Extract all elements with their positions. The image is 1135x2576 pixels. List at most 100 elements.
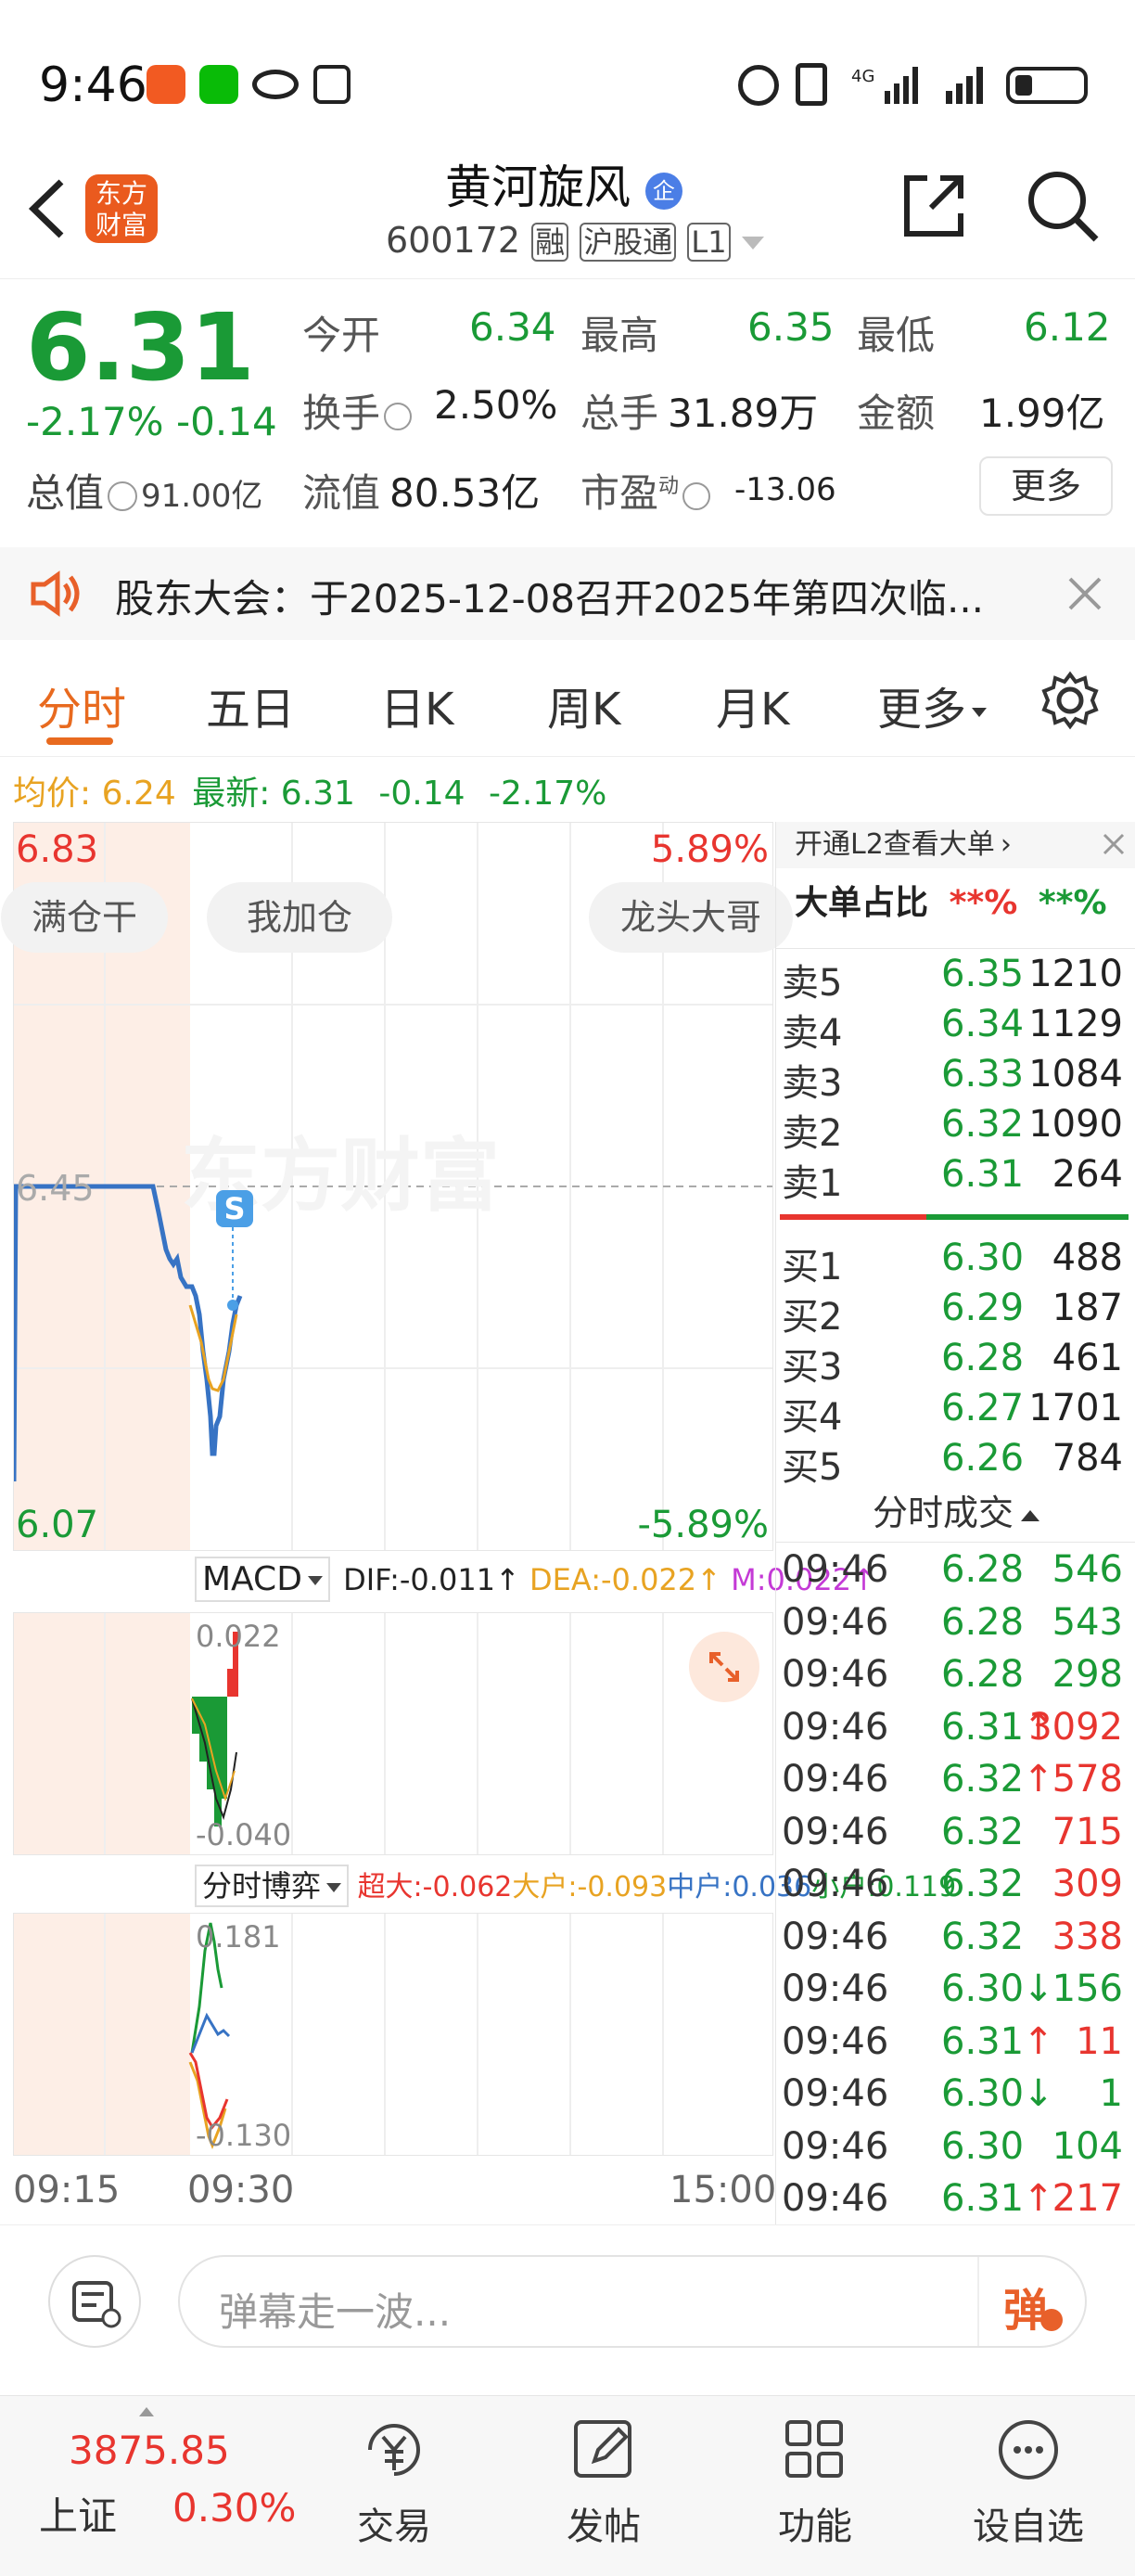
bid-label: 买1 — [782, 1246, 843, 1288]
bid-label: 买5 — [782, 1446, 843, 1489]
tick-price: 6.30 — [941, 2072, 1025, 2115]
tab-intraday[interactable]: 分时 — [37, 673, 126, 737]
comment-input[interactable]: 弹幕走一波... 弹 — [178, 2255, 1087, 2348]
arrow-up-icon: ↑ — [495, 1562, 520, 1597]
latest-pct: -2.17% — [489, 775, 607, 813]
bid-label: 买3 — [782, 1346, 843, 1389]
close-icon[interactable] — [1101, 831, 1127, 857]
ask-price: 6.34 — [941, 1003, 1025, 1045]
nav-add-watchlist[interactable]: 设自选 — [959, 2413, 1098, 2550]
tick-volume: 298 — [1052, 1653, 1123, 1696]
tick-price: 6.30 — [941, 1967, 1025, 2010]
time-axis-open: 09:30 — [187, 2169, 295, 2211]
s-marker[interactable]: S — [216, 1190, 253, 1227]
side-panel: 开通L2查看大单 › 大单占比 **% **% 卖5 6.35 1210 卖4 6.34 1… — [775, 822, 1135, 2226]
tab-weekly-k[interactable]: 周K — [547, 673, 620, 737]
ask-label: 卖5 — [782, 962, 843, 1005]
tick-price: 6.28 — [941, 1653, 1025, 1696]
danmu-bubble-3: 龙头大哥 — [589, 882, 793, 953]
tag-hgt: 沪股通 — [580, 223, 677, 262]
send-danmu-button[interactable]: 弹 — [977, 2257, 1087, 2346]
time-axis-start: 09:15 — [13, 2169, 121, 2211]
nav-functions[interactable]: 功能 — [755, 2413, 875, 2550]
share-icon[interactable] — [899, 173, 968, 241]
macd-dea: DEA:-0.022 — [529, 1562, 697, 1597]
ask-price: 6.32 — [941, 1103, 1025, 1146]
ticks-list[interactable]: 09:46 6.28 546 09:46 6.28 543 09:46 6.28 298 09:4… — [776, 1542, 1135, 2227]
tick-time: 09:46 — [782, 1810, 889, 1853]
index-widget[interactable]: 3875.85 上证 0.30% — [0, 2396, 306, 2576]
status-time: 9:46 — [39, 58, 147, 113]
tick-price: 6.32 — [941, 1863, 1025, 1905]
ask-price: 6.35 — [941, 953, 1025, 995]
expand-button[interactable] — [689, 1632, 759, 1702]
tab-more[interactable]: 更多 — [877, 673, 988, 737]
tick-volume: 3092 — [1028, 1705, 1123, 1749]
search-icon[interactable] — [1024, 167, 1102, 245]
macd-selector[interactable]: MACD — [195, 1557, 330, 1602]
ask-row[interactable]: 卖2 6.32 1090 — [776, 1103, 1129, 1155]
tab-five-day[interactable]: 五日 — [206, 673, 295, 737]
nav-post[interactable]: 发帖 — [543, 2413, 664, 2550]
expand-icon — [709, 1652, 739, 1682]
price-min-label: 6.07 — [16, 1504, 99, 1546]
pe-value: -13.06 — [734, 471, 836, 508]
nav-trade[interactable]: 交易 — [334, 2413, 454, 2550]
tick-price: 6.32 — [941, 1810, 1025, 1853]
bid-row[interactable]: 买1 6.30 488 — [776, 1237, 1129, 1288]
bid-row[interactable]: 买2 6.29 187 — [776, 1287, 1129, 1339]
game-lines — [104, 1914, 664, 2155]
close-icon[interactable] — [1066, 575, 1103, 612]
comment-menu-button[interactable] — [48, 2255, 141, 2348]
order-book: 卖5 6.35 1210 卖4 6.34 1129 卖3 6.33 1084 卖2 6.32 1090… — [776, 948, 1135, 1489]
bid-row[interactable]: 买3 6.28 461 — [776, 1337, 1129, 1389]
float-value: 80.53亿 — [389, 470, 541, 516]
tick-time: 09:46 — [782, 1600, 889, 1644]
info-icon — [682, 481, 711, 510]
tick-row: 09:46 6.30 ↓ 1 — [776, 2072, 1129, 2124]
notice-bar[interactable]: 股东大会：于2025-12-08召开2025年第四次临... — [0, 547, 1135, 640]
bid-row[interactable]: 买4 6.27 1701 — [776, 1387, 1129, 1439]
ticks-title-row[interactable]: 分时成交 — [776, 1484, 1135, 1536]
ratio-red: **% — [949, 884, 1018, 922]
ask-row[interactable]: 卖1 6.31 264 — [776, 1153, 1129, 1205]
ask-row[interactable]: 卖4 6.34 1129 — [776, 1003, 1129, 1055]
ask-volume: 264 — [1052, 1153, 1123, 1196]
tab-monthly-k[interactable]: 月K — [716, 673, 789, 737]
tag-rong: 融 — [531, 223, 569, 262]
bid-volume: 488 — [1052, 1237, 1123, 1279]
tag-l1: L1 — [687, 223, 731, 262]
high-label: 最高 — [580, 313, 659, 358]
nav-add-watchlist-label: 设自选 — [973, 2506, 1084, 2548]
volume-value: 31.89万 — [668, 391, 819, 436]
intraday-chart[interactable]: 东方财富 S 6.83 5.89% 6.45 6.07 -5.89% 满仓干 我… — [1, 822, 793, 1551]
back-icon[interactable] — [26, 176, 67, 241]
ask-row[interactable]: 卖3 6.33 1084 — [776, 1053, 1129, 1105]
tick-row: 09:46 6.28 543 — [776, 1601, 1129, 1653]
logo-text-2: 财富 — [95, 210, 147, 240]
tab-daily-k[interactable]: 日K — [380, 673, 453, 737]
bid-price: 6.28 — [941, 1337, 1025, 1379]
game-chart[interactable]: 0.181 -0.130 — [13, 1913, 773, 2156]
caret-down-icon — [972, 708, 988, 717]
change-value: -0.14 — [176, 399, 277, 444]
macd-top-label: 0.022 — [196, 1619, 281, 1654]
ask-row[interactable]: 卖5 6.35 1210 — [776, 953, 1129, 1005]
macd-chart[interactable]: 0.022 -0.040 — [13, 1612, 773, 1855]
bid-volume: 784 — [1052, 1437, 1123, 1480]
game-selector[interactable]: 分时博弈 — [195, 1865, 350, 1907]
tick-time: 09:46 — [782, 2072, 889, 2115]
settings-gear-icon[interactable] — [1040, 671, 1100, 730]
open-value: 6.34 — [469, 304, 556, 350]
comment-bar: 弹幕走一波... 弹 — [0, 2224, 1135, 2392]
comment-list-icon — [72, 2281, 121, 2328]
stock-code-row[interactable]: 600172 融 沪股通 L1 — [386, 219, 764, 262]
stock-name: 黄河旋风 — [445, 160, 631, 214]
macd-bottom-label: -0.040 — [196, 1817, 292, 1852]
more-button[interactable]: 更多 — [979, 456, 1113, 516]
l2-promo[interactable]: 开通L2查看大单 › — [776, 822, 1135, 868]
bid-row[interactable]: 买5 6.26 784 — [776, 1437, 1129, 1489]
tick-volume: 309 — [1052, 1863, 1123, 1905]
tick-price: 6.32 — [941, 1758, 1025, 1801]
ratio-green: **% — [1038, 884, 1107, 922]
